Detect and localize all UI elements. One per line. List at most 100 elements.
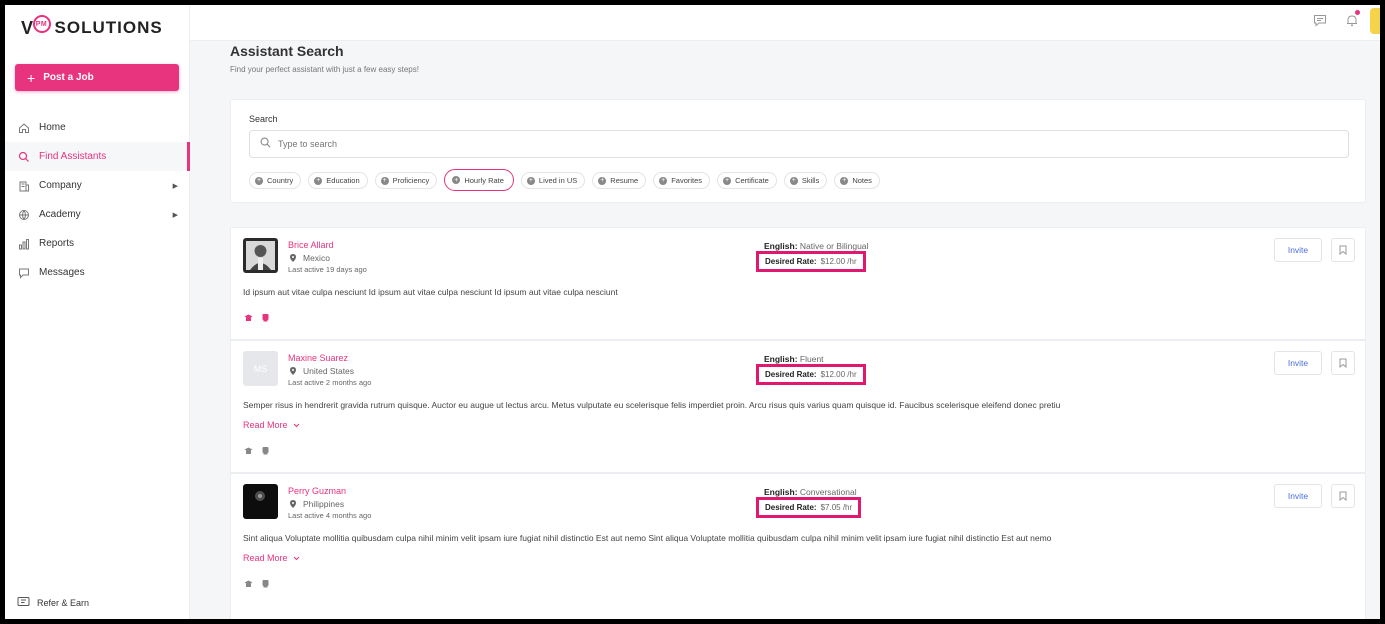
filter-label: Hourly Rate [464,175,504,185]
search-panel: Search +Country +Education +Proficiency … [230,99,1366,203]
assistant-description: Id ipsum aut vitae culpa nesciunt Id ips… [243,287,618,297]
sidebar-item-messages[interactable]: Messages [5,258,190,287]
chat-icon [17,266,31,280]
plus-circle-icon: + [659,176,668,185]
plus-circle-icon: + [380,176,389,185]
assistant-name[interactable]: Brice Allard [288,240,334,250]
invite-button[interactable]: Invite [1274,238,1322,262]
read-more-link[interactable]: Read More [243,553,300,563]
filter-chip-notes[interactable]: + Notes [834,172,880,189]
gift-icon [17,596,30,609]
certificate-icon [262,447,269,455]
filter-chip-lived-in-us[interactable]: + Lived in US [520,172,586,189]
assistant-name[interactable]: Perry Guzman [288,486,346,496]
assistant-location: Philippines [290,499,344,509]
filter-chip-certificate[interactable]: + Certificate [717,172,777,189]
english-level: English: Fluent [764,354,824,364]
assistant-location: United States [290,366,354,376]
english-value: Native or Bilingual [799,241,869,251]
english-level: English: Conversational [764,487,857,497]
badge-icons [244,313,270,322]
assistant-card[interactable]: MS Maxine Suarez United States Last acti… [230,340,1366,473]
plus-circle-icon: + [598,176,607,185]
sidebar-item-label: Academy [39,209,81,220]
location-pin-icon [290,500,296,508]
filter-chip-skills[interactable]: + Skills [783,172,828,189]
search-input[interactable] [278,139,1258,149]
graduation-cap-icon [244,314,253,321]
english-label: English: [764,354,798,364]
building-icon [17,179,31,193]
chat-bubble-icon[interactable] [1312,12,1328,28]
filter-label: Resume [610,176,639,185]
bookmark-button[interactable] [1331,351,1355,375]
location-pin-icon [290,254,296,262]
filter-label: Favorites [671,176,703,185]
location-text: United States [303,366,355,376]
location-text: Mexico [303,253,330,263]
plus-circle-icon: + [255,176,263,185]
assistant-location: Mexico [290,253,330,263]
filter-label: Skills [801,176,820,185]
refer-earn-label: Refer & Earn [37,597,90,608]
filter-chip-country[interactable]: + Country [249,172,302,189]
page-title: Assistant Search [230,43,344,59]
read-more-link[interactable]: Read More [243,420,300,430]
filter-chip-hourly-rate[interactable]: + Hourly Rate [444,169,514,191]
location-text: Philippines [303,499,345,509]
bookmark-icon [1339,491,1347,501]
assistant-card[interactable]: Brice Allard Mexico Last active 19 days … [230,227,1366,340]
sidebar-item-find-assistants[interactable]: Find Assistants [5,142,190,171]
caret-right-icon: ▶ [172,182,178,190]
last-active: Last active 19 days ago [288,265,367,274]
avatar[interactable] [243,238,278,273]
bookmark-button[interactable] [1331,238,1355,262]
chevron-down-icon [293,556,299,560]
avatar[interactable]: MS [243,351,278,386]
post-job-button[interactable]: + Post a Job [15,64,179,91]
assistant-description: Sint aliqua Voluptate mollitia quibusdam… [243,533,1052,543]
plus-circle-icon: + [789,176,798,185]
app-window: V PM SOLUTIONS + Post a Job Home Find As… [5,5,1380,619]
academy-icon [17,208,31,222]
bookmark-button[interactable] [1331,484,1355,508]
plus-icon: + [27,69,36,86]
desired-rate: Desired Rate: $7.05 /hr [756,497,862,518]
avatar[interactable] [243,484,278,519]
filter-label: Proficiency [392,176,430,185]
top-bar [190,5,1380,41]
filter-chip-favorites[interactable]: + Favorites [653,172,711,189]
filter-chip-education[interactable]: + Education [308,172,368,189]
search-icon [17,150,31,164]
search-label: Search [249,114,278,124]
logo-v: V [21,17,34,38]
sidebar-item-home[interactable]: Home [5,113,190,142]
bookmark-icon [1339,358,1347,368]
rate-value: $12.00 /hr [820,370,857,379]
post-job-label: Post a Job [43,72,94,83]
rate-label: Desired Rate: [765,257,817,266]
sidebar-item-label: Find Assistants [39,151,107,162]
chevron-down-icon [293,423,299,427]
assistant-name[interactable]: Maxine Suarez [288,353,348,363]
sidebar-item-reports[interactable]: Reports [5,229,190,258]
sidebar-item-academy[interactable]: Academy ▶ [5,200,190,229]
user-avatar[interactable] [1370,8,1380,34]
caret-right-icon: ▶ [172,211,178,219]
invite-button[interactable]: Invite [1274,351,1322,375]
filter-chip-resume[interactable]: + Resume [592,172,647,189]
page-subtitle: Find your perfect assistant with just a … [230,65,419,74]
filter-chips: + Country + Education + Proficiency + Hourly… [249,169,880,191]
search-field[interactable] [249,130,1349,158]
home-icon [17,121,31,135]
sidebar-item-company[interactable]: Company ▶ [5,171,190,200]
filter-label: Country [267,176,294,185]
last-active: Last active 2 months ago [288,378,372,387]
brand-logo[interactable]: V PM SOLUTIONS [21,15,163,41]
badge-icons [244,446,270,455]
assistant-card[interactable]: Perry Guzman Philippines Last active 4 m… [230,473,1366,619]
refer-earn-link[interactable]: Refer & Earn [17,596,89,609]
badge-icons [244,579,270,588]
invite-button[interactable]: Invite [1274,484,1322,508]
filter-chip-proficiency[interactable]: + Proficiency [374,172,438,189]
